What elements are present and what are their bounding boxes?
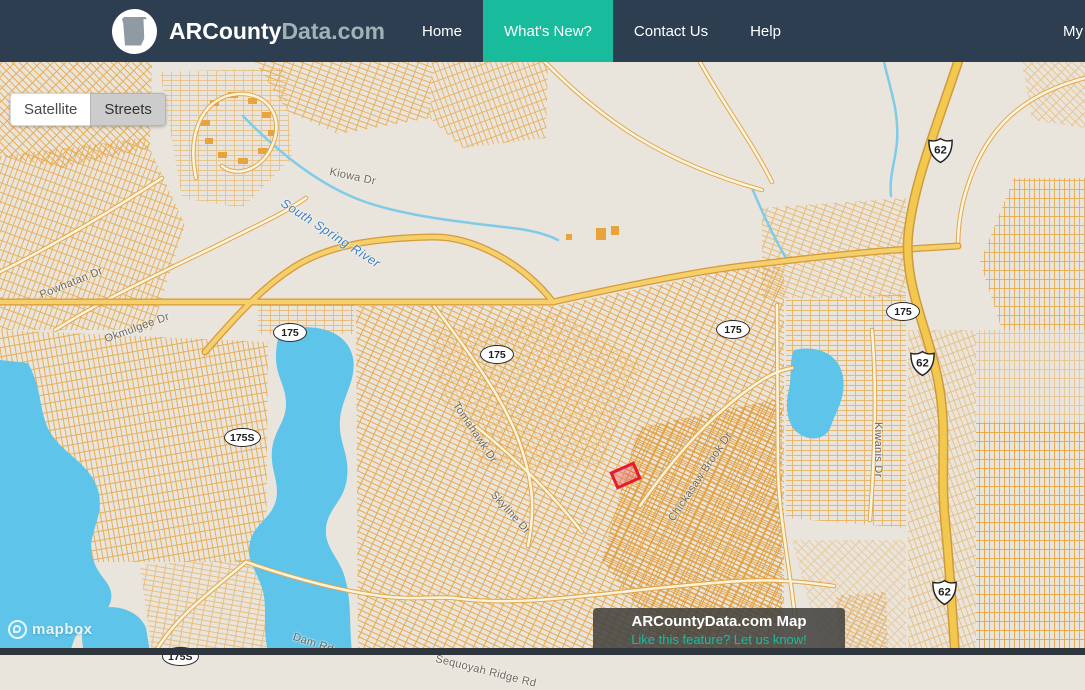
highway-shield-175s-a: 175S	[224, 428, 261, 447]
nav-item-home[interactable]: Home	[401, 0, 483, 62]
street-label-sequoyah-ridge: Sequoyah Ridge Rd	[434, 653, 537, 690]
highway-shield-175-c: 175	[716, 320, 750, 339]
svg-text:62: 62	[916, 358, 929, 370]
us-route-shield-62-b: 62	[909, 350, 936, 377]
brand-title: ARCountyData.com	[169, 18, 385, 45]
svg-text:62: 62	[938, 587, 951, 599]
highway-shield-175-b: 175	[480, 345, 514, 364]
layer-toggle: Satellite Streets	[10, 93, 166, 126]
mapbox-wordmark: mapbox	[32, 621, 93, 638]
nav-menu: Home What's New? Contact Us Help	[401, 0, 802, 62]
tooltip-title: ARCountyData.com Map	[601, 612, 837, 632]
mapbox-attribution[interactable]: mapbox	[8, 620, 93, 639]
nav-item-my[interactable]: My	[1043, 0, 1085, 62]
brand-link[interactable]: ARCountyData.com	[112, 0, 385, 62]
mapbox-icon	[8, 620, 27, 639]
satellite-button[interactable]: Satellite	[10, 93, 90, 126]
bottom-bar	[0, 648, 1085, 655]
highway-shield-175-d: 175	[886, 302, 920, 321]
us-route-shield-62-c: 62	[931, 579, 958, 606]
top-navbar: ARCountyData.com Home What's New? Contac…	[0, 0, 1085, 62]
us-route-shield-62-a: 62	[927, 137, 954, 164]
map-canvas[interactable]: Powhatan Dr Okmulgee Dr Kiowa Dr South S…	[0, 62, 1085, 655]
nav-item-contact-us[interactable]: Contact Us	[613, 0, 729, 62]
arkansas-logo-icon	[112, 9, 157, 54]
street-label-kiwanis: Kiwanis Dr	[872, 422, 884, 478]
streets-button[interactable]: Streets	[90, 93, 166, 126]
highway-shield-175-a: 175	[273, 323, 307, 342]
nav-item-help[interactable]: Help	[729, 0, 802, 62]
nav-item-whats-new[interactable]: What's New?	[483, 0, 613, 62]
tooltip-feedback-link[interactable]: Like this feature? Let us know!	[601, 632, 837, 648]
svg-text:62: 62	[934, 145, 947, 157]
